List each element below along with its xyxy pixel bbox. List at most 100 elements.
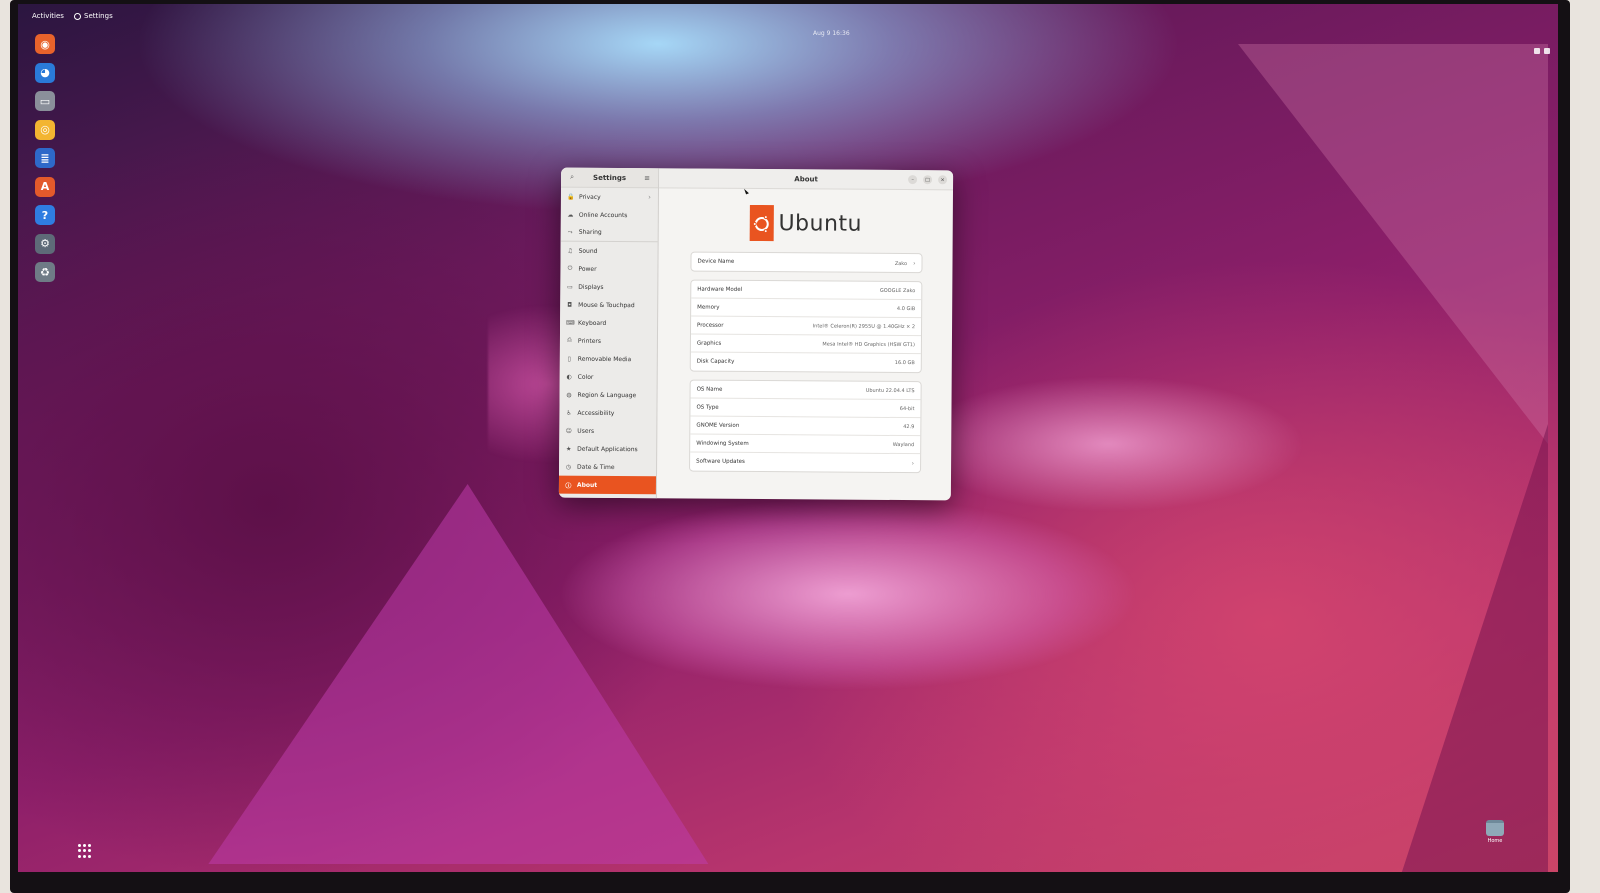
row-label: OS Type [696, 404, 719, 411]
row-label: Memory [697, 304, 720, 311]
row-value: Wayland [892, 441, 915, 448]
lock-icon: 🔒 [566, 193, 575, 201]
mouse-icon: ◘ [567, 301, 573, 309]
show-applications-button[interactable] [78, 844, 92, 858]
maximize-icon[interactable]: □ [923, 175, 933, 185]
globe-icon: ◍ [566, 391, 572, 399]
sidebar-item-displays[interactable]: ▭ Displays [560, 278, 657, 297]
info-row[interactable]: Software Updates › [690, 453, 920, 473]
settings-icon[interactable]: ⚙ [35, 233, 55, 254]
row-label: Device Name [697, 258, 735, 265]
star-icon: ★ [565, 445, 572, 453]
firefox-icon[interactable]: ◉ [35, 34, 55, 54]
cloud-icon: ☁ [567, 211, 574, 219]
sidebar-item-label: Date & Time [577, 463, 615, 471]
menu-icon[interactable]: ≡ [642, 173, 652, 183]
info-row: Processor Intel® Celeron(R) 2955U @ 1.40G… [690, 316, 922, 337]
sidebar-item-label: Users [577, 427, 595, 435]
device-name-row[interactable]: Device Name Zako › [691, 253, 921, 273]
sidebar-item-printers[interactable]: ⎙ Printers [560, 332, 657, 351]
sidebar-item-date-time[interactable]: ◷ Date & Time [559, 458, 656, 477]
keyboard-icon: ⌨ [566, 319, 575, 327]
sidebar-item-mouse-touchpad[interactable]: ◘ Mouse & Touchpad [560, 296, 657, 315]
device-name-group: Device Name Zako › [690, 251, 923, 274]
minimize-icon[interactable]: – [908, 175, 918, 185]
thunderbird-icon[interactable]: ◕ [35, 62, 55, 83]
sidebar-item-label: Default Applications [577, 445, 638, 453]
color-icon: ◐ [566, 373, 572, 381]
trash-icon[interactable]: ♻ [35, 262, 55, 282]
app-menu-label: Settings [84, 12, 113, 20]
sidebar-item-color[interactable]: ◐ Color [560, 368, 657, 387]
row-label: Hardware Model [697, 286, 743, 293]
printer-icon: ⎙ [567, 336, 572, 344]
system-tray[interactable] [1534, 48, 1550, 54]
sidebar-item-label: Accessibility [577, 409, 615, 417]
home-folder-icon[interactable]: Home [1480, 820, 1510, 844]
info-row: OS Name Ubuntu 22.04.4 LTS [690, 380, 921, 401]
row-value: Intel® Celeron(R) 2955U @ 1.40GHz × 2 [812, 322, 916, 330]
sidebar-item-about[interactable]: ⓘ About [558, 475, 657, 495]
row-value: Zako [894, 260, 908, 267]
logo-text: Ubuntu [778, 210, 863, 237]
sidebar-item-removable-media[interactable]: ▯ Removable Media [560, 350, 657, 369]
sidebar-list: 🔒 Privacy › ☁ Online Accounts ⤳ Sharing ♫ Sound ⏻… [558, 188, 658, 495]
power-icon [1544, 48, 1550, 54]
sidebar-item-sound[interactable]: ♫ Sound [561, 242, 658, 261]
sidebar-item-label: Power [578, 265, 597, 273]
sidebar-title: Settings [593, 173, 627, 182]
info-icon: ⓘ [565, 482, 572, 490]
gear-icon [74, 12, 81, 20]
files-icon[interactable]: ▭ [35, 91, 55, 111]
row-label: Graphics [696, 340, 722, 347]
wallpaper-facet [1398, 424, 1548, 872]
ubuntu-logo: Ubuntu [659, 203, 953, 243]
users-icon: ☺ [565, 427, 572, 435]
sidebar-item-accessibility[interactable]: ♿ Accessibility [559, 404, 656, 423]
sidebar-item-region-language[interactable]: ◍ Region & Language [560, 386, 657, 405]
accessibility-icon: ♿ [566, 409, 572, 417]
sidebar-item-privacy[interactable]: 🔒 Privacy › [561, 188, 658, 207]
sidebar-item-default-applications[interactable]: ★ Default Applications [559, 440, 656, 459]
sidebar-item-sharing[interactable]: ⤳ Sharing [560, 223, 658, 243]
settings-sidebar: ⌕ Settings ≡ 🔒 Privacy › ☁ Online Accounts ⤳ S… [558, 167, 660, 499]
sidebar-item-label: Privacy [578, 193, 601, 201]
power-icon: ⏻ [567, 264, 573, 272]
sidebar-item-online-accounts[interactable]: ☁ Online Accounts [561, 206, 658, 225]
sidebar-item-label: Sound [578, 247, 598, 255]
rhythmbox-icon[interactable]: ◎ [35, 119, 55, 140]
clock-icon: ◷ [565, 463, 572, 471]
row-label: Windowing System [696, 440, 749, 447]
writer-icon[interactable]: ≣ [35, 148, 55, 168]
sidebar-item-label: Mouse & Touchpad [578, 301, 635, 309]
clock[interactable]: Aug 9 16:36 [813, 30, 850, 37]
row-value: 42.9 [903, 423, 915, 430]
info-row: GNOME Version 42.9 [690, 416, 921, 437]
sidebar-item-label: Removable Media [577, 355, 632, 363]
app-menu-button[interactable]: Settings [74, 12, 113, 20]
chevron-right-icon: › [911, 459, 915, 467]
sidebar-item-keyboard[interactable]: ⌨ Keyboard [560, 314, 657, 333]
info-row: Windowing System Wayland [690, 434, 921, 455]
sidebar-item-label: Displays [578, 283, 604, 291]
info-row: Disk Capacity 16.0 GB [691, 353, 921, 373]
activities-button[interactable]: Activities [32, 12, 64, 20]
media-icon: ▯ [567, 355, 572, 363]
info-row: OS Type 64-bit [690, 398, 921, 419]
sidebar-header: ⌕ Settings ≡ [561, 167, 659, 189]
sidebar-item-users[interactable]: ☺ Users [559, 422, 656, 441]
software-icon[interactable]: A [35, 176, 55, 197]
search-icon[interactable]: ⌕ [567, 172, 577, 182]
sidebar-item-label: Sharing [578, 228, 602, 236]
music-icon: ♫ [567, 247, 573, 255]
top-bar: Activities Settings Aug 9 16:36 [18, 4, 1558, 54]
sidebar-item-label: Region & Language [577, 391, 637, 399]
row-value: Mesa Intel® HD Graphics (HSW GT1) [822, 340, 915, 348]
help-icon[interactable]: ? [35, 205, 55, 225]
row-label: GNOME Version [696, 422, 740, 429]
close-icon[interactable]: × [938, 175, 948, 185]
os-group: OS Name Ubuntu 22.04.4 LTS OS Type 64-bit GN… [689, 379, 922, 474]
sidebar-item-power[interactable]: ⏻ Power [560, 260, 657, 279]
sidebar-item-label: Online Accounts [578, 211, 628, 219]
sidebar-item-label: Color [577, 373, 594, 381]
